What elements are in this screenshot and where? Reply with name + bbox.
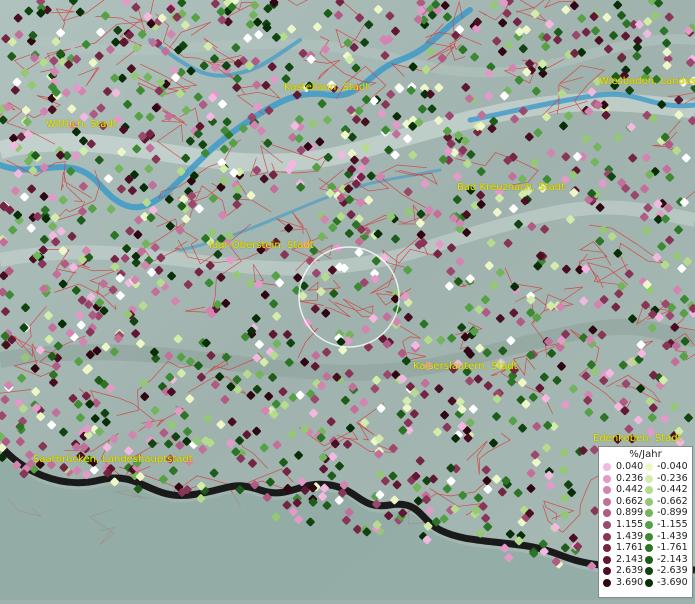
legend-row: 2.143 -2.143 (599, 554, 692, 566)
legend-value-negative: -1.761 (657, 542, 688, 554)
legend-value-negative: -0.040 (657, 461, 688, 473)
legend-value-negative: -0.442 (657, 484, 688, 496)
legend-swatch-negative (645, 544, 653, 552)
place-label-wiesbaden: Wiesbaden, Landes (599, 76, 695, 87)
legend-swatch-positive (603, 509, 611, 517)
legend-unit: %/Jahr (599, 449, 692, 461)
legend-swatch-negative (645, 533, 653, 541)
legend-row: 0.040 -0.040 (599, 461, 692, 473)
legend-row: 1.439 -1.439 (599, 531, 692, 543)
legend-value-negative: -0.662 (657, 496, 688, 508)
legend-swatch-positive (603, 486, 611, 494)
legend-swatch-negative (645, 567, 653, 575)
place-label-saarbruecken: Saarbrücken, Landeshauptstadt (33, 454, 193, 465)
legend-value-positive: 1.761 (616, 542, 643, 554)
legend-row: 0.899 -0.899 (599, 507, 692, 519)
legend: %/Jahr 0.040 -0.040 0.236 -0.236 0.442 -0.442… (598, 446, 693, 598)
place-label-edenkoben: Edenkoben, Stadt (593, 433, 682, 444)
legend-value-positive: 0.662 (616, 496, 643, 508)
legend-value-negative: -0.899 (657, 507, 688, 519)
legend-swatch-positive (603, 533, 611, 541)
legend-swatch-positive (603, 475, 611, 483)
legend-swatch-positive (603, 463, 611, 471)
legend-value-negative: -3.690 (657, 577, 688, 589)
legend-row: 0.236 -0.236 (599, 473, 692, 485)
legend-value-negative: -2.143 (657, 554, 688, 566)
legend-row: 1.155 -1.155 (599, 519, 692, 531)
legend-value-positive: 2.639 (616, 565, 643, 577)
place-label-wittlich: Wittlich, Stadt (46, 119, 117, 130)
legend-row: 1.761 -1.761 (599, 542, 692, 554)
legend-value-positive: 0.442 (616, 484, 643, 496)
legend-value-negative: -2.639 (657, 565, 688, 577)
place-label-kastellaun: Kastellaun, Stadt (284, 82, 369, 93)
legend-swatch-negative (645, 486, 653, 494)
legend-row: 2.639 -2.639 (599, 565, 692, 577)
place-label-kaiserslautern: Kaiserslautern, Stadt (413, 361, 518, 372)
legend-swatch-negative (645, 509, 653, 517)
legend-row: 0.442 -0.442 (599, 484, 692, 496)
legend-value-positive: 1.155 (616, 519, 643, 531)
map-view[interactable]: Kastellaun, Stadt Wiesbaden, Landes Witt… (0, 0, 695, 600)
legend-swatch-negative (645, 521, 653, 529)
legend-row: 3.690 -3.690 (599, 577, 692, 589)
legend-value-positive: 0.040 (616, 461, 643, 473)
legend-value-negative: -1.439 (657, 531, 688, 543)
legend-swatch-negative (645, 475, 653, 483)
legend-swatch-positive (603, 498, 611, 506)
legend-value-negative: -0.236 (657, 473, 688, 485)
legend-value-positive: 0.899 (616, 507, 643, 519)
legend-swatch-positive (603, 521, 611, 529)
legend-value-positive: 3.690 (616, 577, 643, 589)
legend-swatch-negative (645, 556, 653, 564)
legend-swatch-negative (645, 579, 653, 587)
legend-value-positive: 1.439 (616, 531, 643, 543)
place-label-idar-oberstein: Idar-Oberstein, Stadt (209, 240, 314, 251)
legend-swatch-positive (603, 544, 611, 552)
legend-rows: 0.040 -0.040 0.236 -0.236 0.442 -0.442 0.662 -0… (599, 461, 692, 589)
legend-value-positive: 0.236 (616, 473, 643, 485)
legend-value-negative: -1.155 (657, 519, 688, 531)
legend-row: 0.662 -0.662 (599, 496, 692, 508)
legend-value-positive: 2.143 (616, 554, 643, 566)
legend-swatch-negative (645, 463, 653, 471)
legend-swatch-positive (603, 567, 611, 575)
legend-swatch-negative (645, 498, 653, 506)
place-label-bad-kreuznach: Bad Kreuznach, Stadt (457, 182, 565, 193)
legend-swatch-positive (603, 579, 611, 587)
legend-swatch-positive (603, 556, 611, 564)
